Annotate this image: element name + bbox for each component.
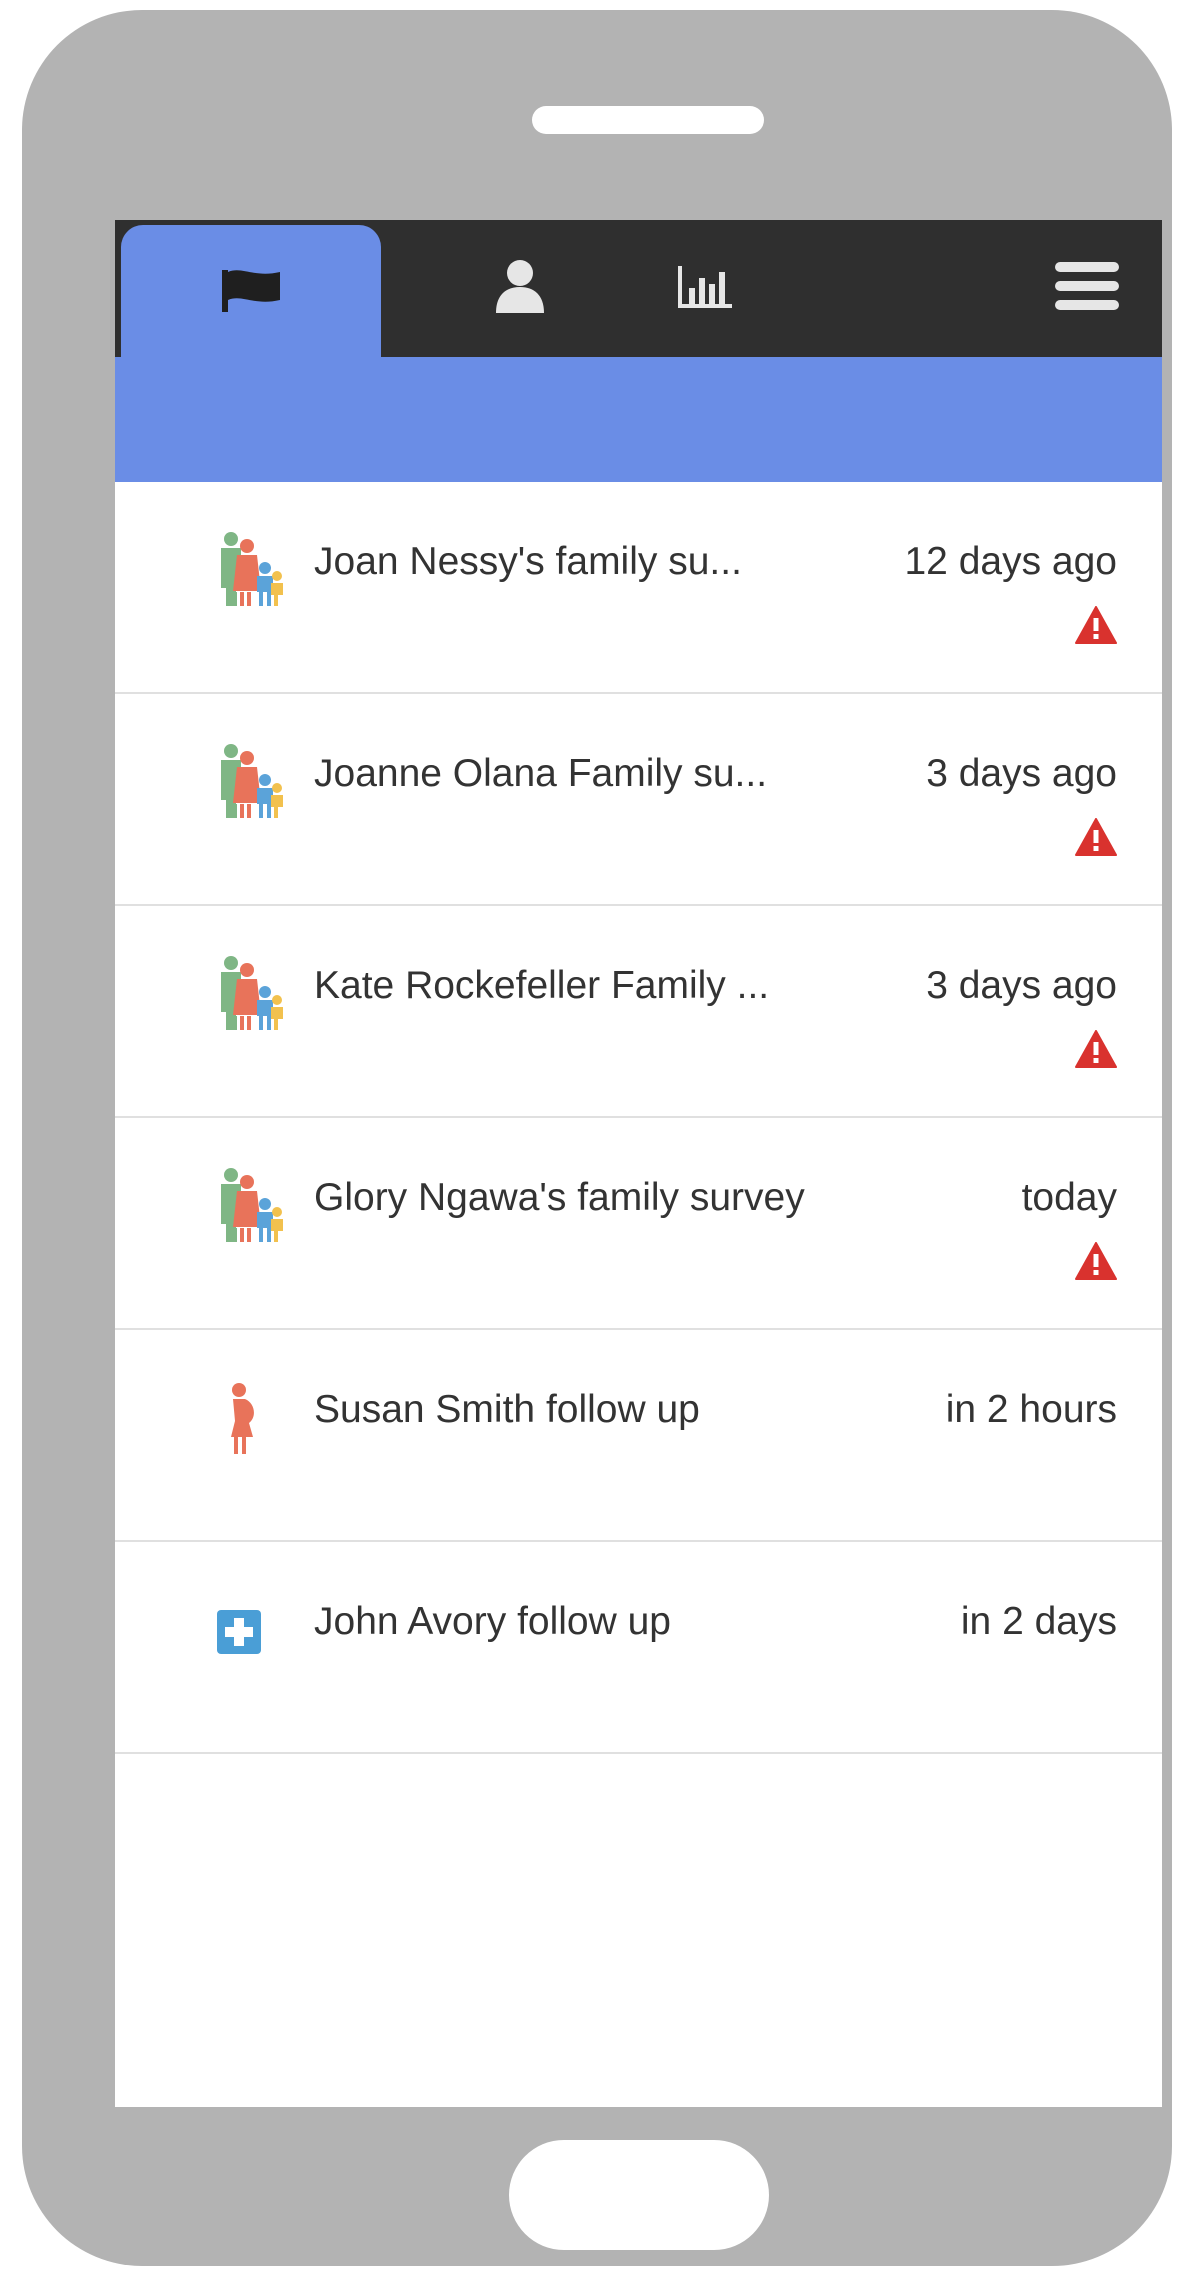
home-button[interactable]	[509, 2140, 769, 2250]
task-row[interactable]: Kate Rockefeller Family ... 3 days ago	[115, 906, 1162, 1118]
tab-people[interactable]	[445, 220, 595, 357]
pregnant-woman-icon	[215, 1378, 285, 1456]
medical-cross-icon	[215, 1590, 285, 1668]
task-title: Joanne Olana Family su...	[314, 752, 768, 795]
task-due-time: 3 days ago	[926, 752, 1117, 795]
task-due-time: 12 days ago	[904, 540, 1117, 583]
task-list: Joan Nessy's family su... 12 days ago Jo…	[115, 482, 1162, 1754]
warning-icon	[1075, 818, 1117, 856]
task-row[interactable]: Glory Ngawa's family survey today	[115, 1118, 1162, 1330]
task-due-time: in 2 days	[960, 1600, 1117, 1643]
top-nav-bar	[115, 220, 1162, 360]
task-due-time: today	[1021, 1176, 1117, 1219]
flag-icon	[218, 268, 284, 317]
phone-speaker	[532, 106, 764, 134]
task-due-time: 3 days ago	[926, 964, 1117, 1007]
tab-tasks[interactable]	[121, 225, 381, 360]
warning-icon	[1075, 1030, 1117, 1068]
task-title: John Avory follow up	[314, 1600, 671, 1643]
task-due-time: in 2 hours	[945, 1388, 1117, 1431]
family-icon	[215, 530, 285, 608]
app-screen: Joan Nessy's family su... 12 days ago Jo…	[115, 220, 1162, 2107]
task-title: Susan Smith follow up	[314, 1388, 700, 1431]
hamburger-menu-icon	[1055, 260, 1119, 317]
task-row[interactable]: Susan Smith follow up in 2 hours	[115, 1330, 1162, 1542]
task-title: Glory Ngawa's family survey	[314, 1176, 805, 1219]
task-title: Joan Nessy's family su...	[314, 540, 742, 583]
warning-icon	[1075, 606, 1117, 644]
task-title: Kate Rockefeller Family ...	[314, 964, 770, 1007]
bar-chart-icon	[676, 262, 734, 315]
task-row[interactable]: Joanne Olana Family su... 3 days ago	[115, 694, 1162, 906]
family-icon	[215, 742, 285, 820]
task-row[interactable]: Joan Nessy's family su... 12 days ago	[115, 482, 1162, 694]
family-icon	[215, 954, 285, 1032]
phone-frame: Joan Nessy's family su... 12 days ago Jo…	[22, 10, 1172, 2266]
tab-analytics[interactable]	[630, 220, 780, 357]
person-icon	[494, 259, 546, 318]
tab-menu[interactable]	[1012, 220, 1162, 357]
warning-icon	[1075, 1242, 1117, 1280]
tab-header-band	[115, 357, 1162, 482]
family-icon	[215, 1166, 285, 1244]
task-row[interactable]: John Avory follow up in 2 days	[115, 1542, 1162, 1754]
